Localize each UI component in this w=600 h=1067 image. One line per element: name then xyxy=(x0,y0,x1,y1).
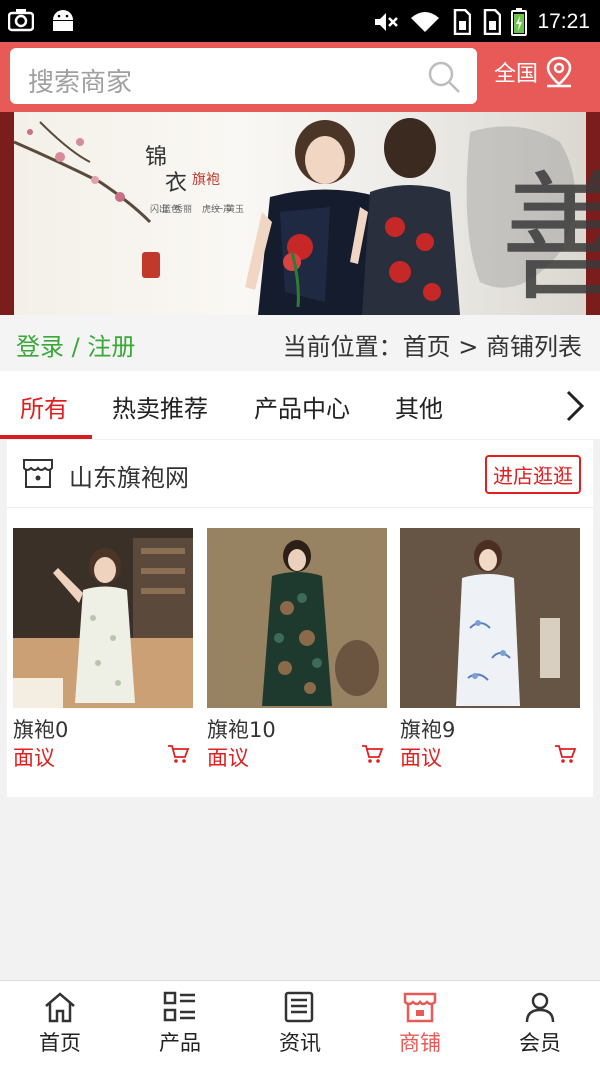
product-price: 面议 xyxy=(13,746,55,770)
shop-header: 山东旗袍网 进店逛逛 xyxy=(7,440,593,508)
svg-text:锦: 锦 xyxy=(145,145,167,170)
svg-text:旗袍: 旗袍 xyxy=(192,172,220,188)
search-placeholder: 搜索商家 xyxy=(28,68,133,98)
shop-name[interactable]: 山东旗袍网 xyxy=(69,458,189,493)
search-icon[interactable] xyxy=(427,60,461,94)
nav-member[interactable]: 会员 xyxy=(480,991,600,1057)
product-name[interactable]: 旗袍9 xyxy=(400,714,580,742)
nav-home[interactable]: 首页 xyxy=(0,991,120,1057)
news-icon xyxy=(284,991,314,1023)
nav-products-label: 产品 xyxy=(159,1031,201,1055)
search-header: 搜索商家 全国 xyxy=(0,42,600,112)
nav-news-label: 资讯 xyxy=(279,1031,321,1055)
status-time: 17:21 xyxy=(537,10,590,33)
cart-icon[interactable] xyxy=(554,744,576,764)
cart-icon[interactable] xyxy=(167,744,189,764)
product-image[interactable] xyxy=(13,528,193,708)
product-price: 面议 xyxy=(207,746,249,770)
region-label: 全国 xyxy=(494,62,539,87)
sim-card-icon xyxy=(484,9,502,35)
nav-news[interactable]: 资讯 xyxy=(240,991,360,1057)
tab-other[interactable]: 其他 xyxy=(395,389,443,424)
bottom-nav: 首页 产品 资讯 商铺 会员 xyxy=(0,980,600,1067)
location-pin-icon xyxy=(546,56,572,88)
status-bar: 17:21 xyxy=(0,0,600,42)
product-card[interactable]: 旗袍0 面议 xyxy=(13,528,193,772)
product-name[interactable]: 旗袍10 xyxy=(207,714,387,742)
breadcrumb: 当前位置：首页 > 商铺列表 xyxy=(282,333,582,361)
battery-icon xyxy=(511,8,528,36)
tab-hot-recommend[interactable]: 热卖推荐 xyxy=(112,389,208,424)
nav-stores-label: 商铺 xyxy=(399,1031,441,1055)
store-icon xyxy=(23,459,53,488)
sim-card-icon xyxy=(454,9,472,35)
mute-icon xyxy=(375,13,399,31)
chevron-right-icon[interactable] xyxy=(564,389,586,423)
android-icon xyxy=(53,10,73,31)
active-tab-indicator xyxy=(0,435,92,439)
banner-illustration: 锦 衣 旗袍 闪出蓝色秀丽 虎纹一声黄玉 善 xyxy=(13,118,600,315)
product-card[interactable]: 旗袍10 面议 xyxy=(207,528,387,772)
nav-member-label: 会员 xyxy=(519,1031,561,1055)
user-icon xyxy=(525,992,555,1023)
shop-card: 山东旗袍网 进店逛逛 旗袍0 面议 旗袍10 面议 旗袍9 面议 xyxy=(7,440,593,797)
screenshot-icon xyxy=(8,9,34,32)
region-selector[interactable]: 全国 xyxy=(494,56,574,88)
nav-home-label: 首页 xyxy=(39,1031,81,1055)
grid-list-icon xyxy=(163,991,195,1022)
home-icon xyxy=(45,992,75,1023)
promo-banner[interactable]: 锦 衣 旗袍 闪出 蓝色 秀丽 虎纹 一声 黄玉 善 xyxy=(0,112,600,315)
svg-text:黄玉: 黄玉 xyxy=(226,203,244,215)
product-card[interactable]: 旗袍9 面议 xyxy=(400,528,580,772)
tab-all[interactable]: 所有 xyxy=(20,389,68,424)
product-price: 面议 xyxy=(400,746,442,770)
svg-text:衣: 衣 xyxy=(165,171,187,196)
svg-text:善: 善 xyxy=(500,158,600,315)
login-register-link[interactable]: 登录 / 注册 xyxy=(16,327,135,362)
category-tabs: 所有 热卖推荐 产品中心 其他 xyxy=(0,371,600,439)
product-name[interactable]: 旗袍0 xyxy=(13,714,193,742)
nav-products[interactable]: 产品 xyxy=(120,991,240,1057)
wifi-icon xyxy=(411,12,440,32)
store-icon xyxy=(403,992,437,1023)
tab-product-center[interactable]: 产品中心 xyxy=(254,389,350,424)
product-image[interactable] xyxy=(207,528,387,708)
nav-stores[interactable]: 商铺 xyxy=(360,991,480,1057)
login-breadcrumb-row: 登录 / 注册 当前位置：首页 > 商铺列表 xyxy=(0,315,600,371)
cart-icon[interactable] xyxy=(361,744,383,764)
svg-text:秀丽: 秀丽 xyxy=(174,203,192,215)
enter-shop-button[interactable]: 进店逛逛 xyxy=(485,455,581,494)
product-image[interactable] xyxy=(400,528,580,708)
search-input[interactable]: 搜索商家 xyxy=(10,48,477,104)
